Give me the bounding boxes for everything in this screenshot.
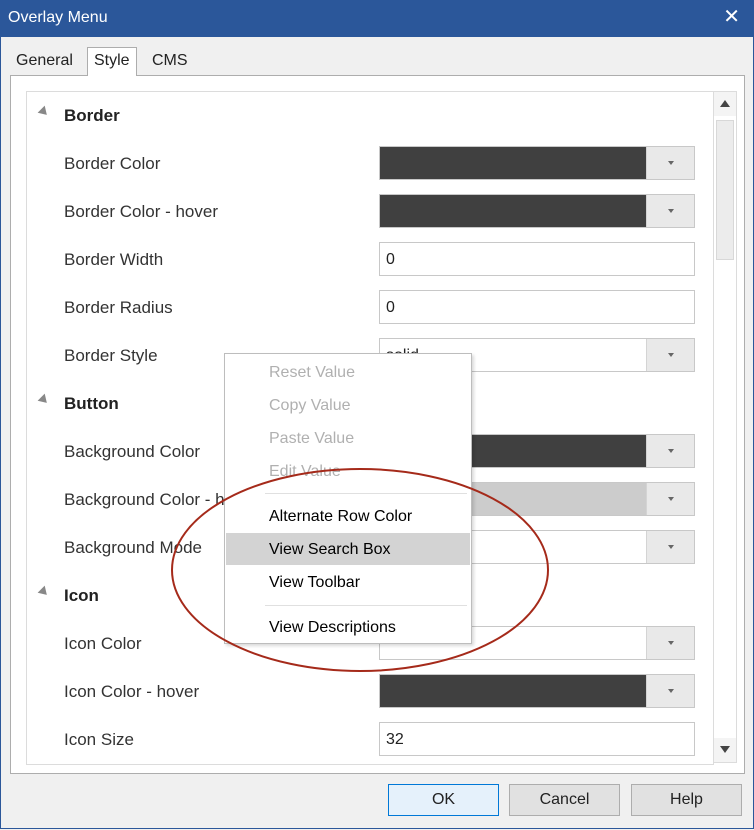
menu-item-label: View Toolbar [269, 574, 361, 591]
property-label: Icon Color - hover [64, 682, 200, 701]
title-bar: Overlay Menu ✕ [0, 0, 754, 37]
dropdown-button[interactable] [646, 531, 694, 563]
dropdown-button[interactable] [646, 195, 694, 227]
menu-item-label: Alternate Row Color [269, 508, 413, 525]
property-label: Border Width [64, 250, 164, 269]
menu-item-reset-value[interactable]: Reset Value [226, 356, 470, 388]
scroll-down-button[interactable] [714, 738, 736, 762]
dropdown-button[interactable] [646, 675, 694, 707]
property-label: Button [64, 394, 119, 413]
dropdown-arrow-icon [668, 353, 674, 357]
dropdown-button[interactable] [646, 435, 694, 467]
color-swatch[interactable] [380, 675, 648, 707]
menu-item-label: Edit Value [269, 463, 341, 480]
color-swatch[interactable] [380, 195, 648, 227]
menu-item-view-toolbar[interactable]: View Toolbar [226, 566, 470, 598]
menu-item-view-descriptions[interactable]: View Descriptions [226, 611, 470, 643]
menu-item-alternate-row-color[interactable]: Alternate Row Color [226, 500, 470, 532]
dropdown-arrow-icon [668, 641, 674, 645]
menu-item-label: Copy Value [269, 397, 351, 414]
property-label: Border Style [64, 346, 158, 365]
menu-item-edit-value[interactable]: Edit Value [226, 455, 470, 487]
dropdown-button[interactable] [646, 627, 694, 659]
property-row-icon-color-hover[interactable]: Icon Color - hover [27, 668, 713, 716]
dropdown-button[interactable] [646, 339, 694, 371]
tab-style[interactable]: Style [87, 47, 137, 76]
property-value-text: 0 [386, 299, 395, 316]
cancel-button[interactable]: Cancel [509, 784, 620, 816]
close-icon[interactable]: ✕ [723, 5, 740, 29]
menu-separator [265, 605, 467, 606]
color-swatch[interactable] [380, 147, 648, 179]
menu-item-copy-value[interactable]: Copy Value [226, 389, 470, 421]
dropdown-arrow-icon [668, 497, 674, 501]
scroll-down-icon [720, 746, 730, 753]
scroll-thumb[interactable] [716, 120, 734, 260]
property-label: Icon Color [64, 634, 142, 653]
collapse-triangle-icon[interactable] [37, 393, 51, 407]
property-label: Border Radius [64, 298, 173, 317]
dropdown-arrow-icon [668, 689, 674, 693]
scroll-up-button[interactable] [714, 92, 736, 116]
property-label: Background Color [64, 442, 201, 461]
dropdown-button[interactable] [646, 147, 694, 179]
property-value-editor[interactable] [379, 674, 695, 708]
property-row-border-radius[interactable]: Border Radius 0 [27, 284, 713, 332]
menu-item-view-search-box[interactable]: View Search Box [226, 533, 470, 565]
category-border[interactable]: Border [27, 92, 713, 140]
property-label: Border Color - hover [64, 202, 219, 221]
dropdown-arrow-icon [668, 449, 674, 453]
menu-separator [265, 493, 467, 494]
property-row-border-width[interactable]: Border Width 0 [27, 236, 713, 284]
property-label: Border Color [64, 154, 161, 173]
dropdown-button[interactable] [646, 483, 694, 515]
window-title: Overlay Menu [8, 9, 108, 26]
property-value-text: 32 [386, 731, 404, 748]
property-label: Background Mode [64, 538, 202, 557]
menu-item-label: View Descriptions [269, 619, 396, 636]
property-row-border-color-hover[interactable]: Border Color - hover [27, 188, 713, 236]
property-value-editor[interactable]: 0 [379, 242, 695, 276]
collapse-triangle-icon[interactable] [37, 585, 51, 599]
dropdown-arrow-icon [668, 209, 674, 213]
property-value-editor[interactable]: 0 [379, 290, 695, 324]
dropdown-arrow-icon [668, 545, 674, 549]
tab-general[interactable]: General [10, 48, 79, 74]
menu-item-label: Paste Value [269, 430, 355, 447]
menu-item-label: View Search Box [269, 541, 391, 558]
property-value-editor[interactable]: 32 [379, 722, 695, 756]
property-value-text: 0 [386, 251, 395, 268]
property-row-border-color[interactable]: Border Color [27, 140, 713, 188]
dropdown-arrow-icon [668, 161, 674, 165]
property-value-editor[interactable] [379, 194, 695, 228]
help-button[interactable]: Help [631, 784, 742, 816]
scroll-up-icon [720, 100, 730, 107]
menu-item-paste-value[interactable]: Paste Value [226, 422, 470, 454]
property-value-editor[interactable] [379, 146, 695, 180]
property-label: Icon [64, 586, 99, 605]
property-label: Border [64, 106, 120, 125]
property-label: Icon Size [64, 730, 134, 749]
menu-item-label: Reset Value [269, 364, 355, 381]
context-menu: Reset Value Copy Value Paste Value Edit Val… [224, 353, 472, 644]
property-row-icon-size[interactable]: Icon Size 32 [27, 716, 713, 764]
collapse-triangle-icon[interactable] [37, 105, 51, 119]
tab-cms[interactable]: CMS [146, 48, 194, 74]
ok-button[interactable]: OK [388, 784, 499, 816]
vertical-scrollbar[interactable] [713, 91, 737, 763]
